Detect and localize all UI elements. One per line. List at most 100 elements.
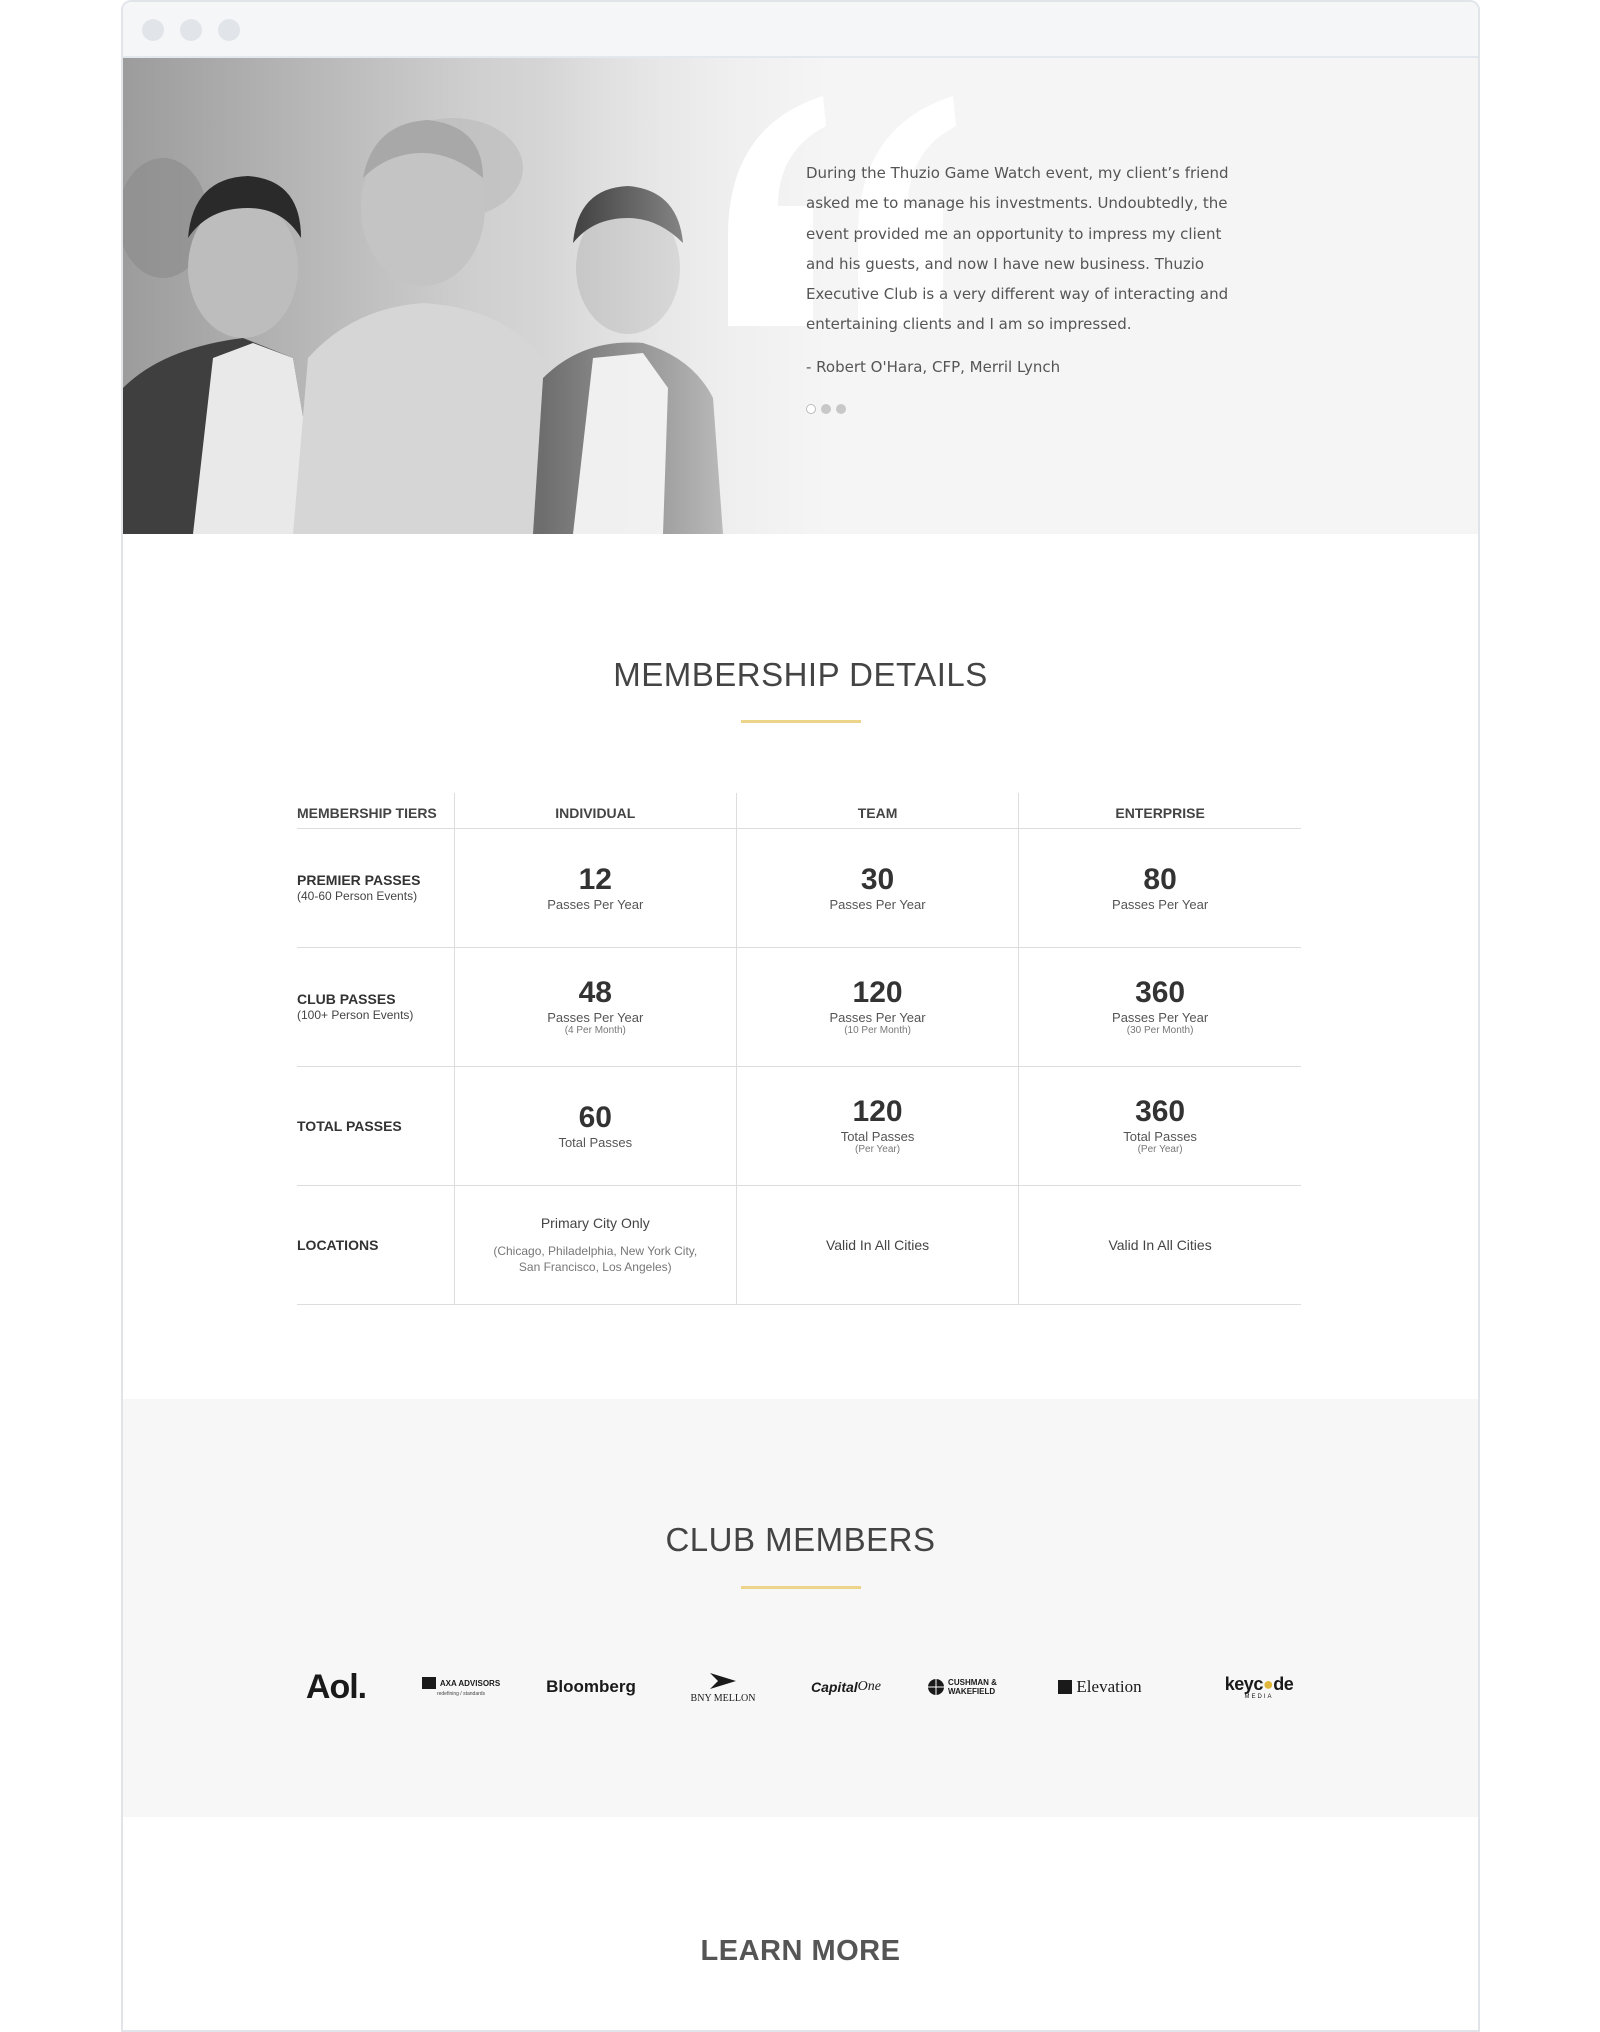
window-titlebar xyxy=(123,2,1478,58)
value-note: (30 Per Month) xyxy=(1126,1025,1194,1036)
cell-enterprise: 360 Passes Per Year (30 Per Month) xyxy=(1018,947,1301,1067)
keycode-logo-text: keyc●de xyxy=(1224,1673,1294,1694)
cell-enterprise: 80 Passes Per Year xyxy=(1018,828,1301,948)
keycode-o-icon: ● xyxy=(1262,1673,1274,1694)
table-row-club: CLUB PASSES (100+ Person Events) 48 Pass… xyxy=(297,947,1301,1067)
carousel-dot-3[interactable] xyxy=(836,404,846,414)
value-unit: Passes Per Year xyxy=(547,1010,644,1025)
cushman-logo-line-2: WAKEFIELD xyxy=(948,1687,996,1696)
elevation-mark-icon xyxy=(1058,1680,1073,1694)
cell-individual: 48 Passes Per Year (4 Per Month) xyxy=(453,947,737,1067)
value-unit: Passes Per Year xyxy=(829,896,926,912)
keycode-media-logo: keyc●de MEDIA xyxy=(1216,1657,1302,1717)
value-number: 30 xyxy=(860,862,895,896)
row-label-cell: LOCATIONS xyxy=(297,1185,455,1305)
keycode-logo-sub: MEDIA xyxy=(1244,1693,1274,1700)
elevation-logo-text: Elevation xyxy=(1076,1677,1142,1696)
row-sublabel: (100+ Person Events) xyxy=(297,1008,414,1022)
axa-advisors-logo: AXA ADVISORS redefining / standards xyxy=(416,1657,506,1717)
table-row-total: TOTAL PASSES 60 Total Passes 120 Total P… xyxy=(297,1066,1301,1186)
club-members-section: CLUB MEMBERS Aol. AXA ADVISORS redefinin… xyxy=(123,1399,1478,1817)
maximize-window-dot[interactable] xyxy=(218,19,240,41)
value-unit: Passes Per Year xyxy=(1112,896,1209,912)
cell-enterprise: 360 Total Passes (Per Year) xyxy=(1018,1066,1301,1186)
row-label-cell: PREMIER PASSES (40-60 Person Events) xyxy=(297,828,455,948)
value-note: (10 Per Month) xyxy=(844,1025,911,1036)
value-note: (4 Per Month) xyxy=(564,1025,626,1036)
value-number: 120 xyxy=(852,1095,903,1128)
bny-mellon-logo: BNY MELLON xyxy=(678,1657,768,1717)
axa-logo-text: AXA ADVISORS xyxy=(439,1678,501,1688)
axa-logo-tagline: redefining / standards xyxy=(436,1691,486,1697)
cell-team: 120 Passes Per Year (10 Per Month) xyxy=(735,947,1019,1067)
bloomberg-logo-text: Bloomberg xyxy=(546,1677,636,1696)
table-row-premier: PREMIER PASSES (40-60 Person Events) 12 … xyxy=(297,828,1301,948)
row-sublabel: (40-60 Person Events) xyxy=(297,889,418,903)
value-number: 12 xyxy=(578,862,612,896)
value-number: 120 xyxy=(852,976,903,1009)
membership-table: MEMBERSHIP TIERS INDIVIDUAL TEAM ENTERPR… xyxy=(297,793,1301,1305)
testimonial-quote: During the Thuzio Game Watch event, my c… xyxy=(806,164,1229,334)
club-members-title-underline xyxy=(741,1586,861,1589)
value-unit: Total Passes xyxy=(558,1134,633,1150)
membership-title-underline xyxy=(741,720,861,723)
bny-mellon-logo-text: BNY MELLON xyxy=(690,1692,756,1704)
member-logos: Aol. AXA ADVISORS redefining / standards… xyxy=(296,1657,1302,1717)
row-label: LOCATIONS xyxy=(297,1236,379,1253)
header-membership-tiers: MEMBERSHIP TIERS xyxy=(297,793,455,829)
value-note: (Per Year) xyxy=(1137,1144,1183,1155)
minimize-window-dot[interactable] xyxy=(180,19,202,41)
aol-logo: Aol. xyxy=(296,1657,376,1717)
row-label-cell: CLUB PASSES (100+ Person Events) xyxy=(297,947,455,1067)
capital-one-text-b: One xyxy=(857,1679,881,1694)
cushman-wakefield-logo: CUSHMAN & WAKEFIELD xyxy=(914,1657,1010,1717)
browser-window: During the Thuzio Game Watch event, my c… xyxy=(121,0,1480,2032)
table-header-row: MEMBERSHIP TIERS INDIVIDUAL TEAM ENTERPR… xyxy=(297,793,1301,829)
elevation-logo: Elevation xyxy=(1048,1657,1152,1717)
value-number: 360 xyxy=(1135,1095,1186,1128)
location-main: Valid In All Cities xyxy=(1108,1236,1212,1253)
keycode-logo-text-a: keyc xyxy=(1224,1673,1264,1694)
keycode-logo-text-b: de xyxy=(1273,1673,1294,1694)
membership-details-title: MEMBERSHIP DETAILS xyxy=(613,656,988,693)
carousel-pagination xyxy=(806,404,846,414)
capital-one-logo: Capital One xyxy=(806,1657,886,1717)
value-number: 80 xyxy=(1143,862,1177,896)
cell-individual: Primary City Only (Chicago, Philadelphia… xyxy=(453,1185,737,1305)
location-cities-line-1: (Chicago, Philadelphia, New York City, xyxy=(493,1243,698,1258)
header-enterprise: ENTERPRISE xyxy=(1018,793,1301,829)
value-number: 48 xyxy=(578,976,612,1009)
table-row-locations: LOCATIONS Primary City Only (Chicago, Ph… xyxy=(297,1185,1301,1305)
header-team: TEAM xyxy=(735,793,1019,829)
value-number: 360 xyxy=(1135,976,1186,1009)
cell-team: Valid In All Cities xyxy=(735,1185,1019,1305)
capital-one-text-a: Capital xyxy=(810,1679,858,1695)
aol-logo-text: Aol. xyxy=(305,1667,367,1706)
cell-individual: 60 Total Passes xyxy=(453,1066,737,1186)
club-members-title: CLUB MEMBERS xyxy=(665,1521,936,1558)
row-label-cell: TOTAL PASSES xyxy=(297,1066,455,1186)
close-window-dot[interactable] xyxy=(142,19,164,41)
testimonial-section: During the Thuzio Game Watch event, my c… xyxy=(123,58,1478,534)
value-unit: Passes Per Year xyxy=(829,1010,926,1025)
value-unit: Passes Per Year xyxy=(547,896,644,912)
value-unit: Total Passes xyxy=(840,1129,915,1144)
value-unit: Total Passes xyxy=(1123,1129,1197,1144)
row-label: PREMIER PASSES xyxy=(297,872,421,888)
cushman-globe-icon xyxy=(928,1679,945,1695)
bny-mellon-mark-icon xyxy=(710,1672,736,1689)
bloomberg-logo: Bloomberg xyxy=(546,1657,636,1717)
location-cities-line-2: San Francisco, Los Angeles) xyxy=(518,1259,672,1274)
row-label: TOTAL PASSES xyxy=(297,1117,402,1134)
location-main: Primary City Only xyxy=(540,1214,650,1231)
carousel-dot-1[interactable] xyxy=(806,404,816,414)
learn-more-heading[interactable]: LEARN MORE xyxy=(123,1935,1478,1968)
value-unit: Passes Per Year xyxy=(1112,1010,1209,1025)
header-individual: INDIVIDUAL xyxy=(453,793,737,829)
carousel-dot-2[interactable] xyxy=(821,404,831,414)
cushman-logo-line-1: CUSHMAN & xyxy=(948,1678,997,1687)
cell-team: 30 Passes Per Year xyxy=(735,828,1019,948)
testimonial-author: - Robert O'Hara, CFP, Merril Lynch xyxy=(806,358,1061,376)
row-label: CLUB PASSES xyxy=(297,991,396,1007)
location-main: Valid In All Cities xyxy=(825,1236,930,1253)
